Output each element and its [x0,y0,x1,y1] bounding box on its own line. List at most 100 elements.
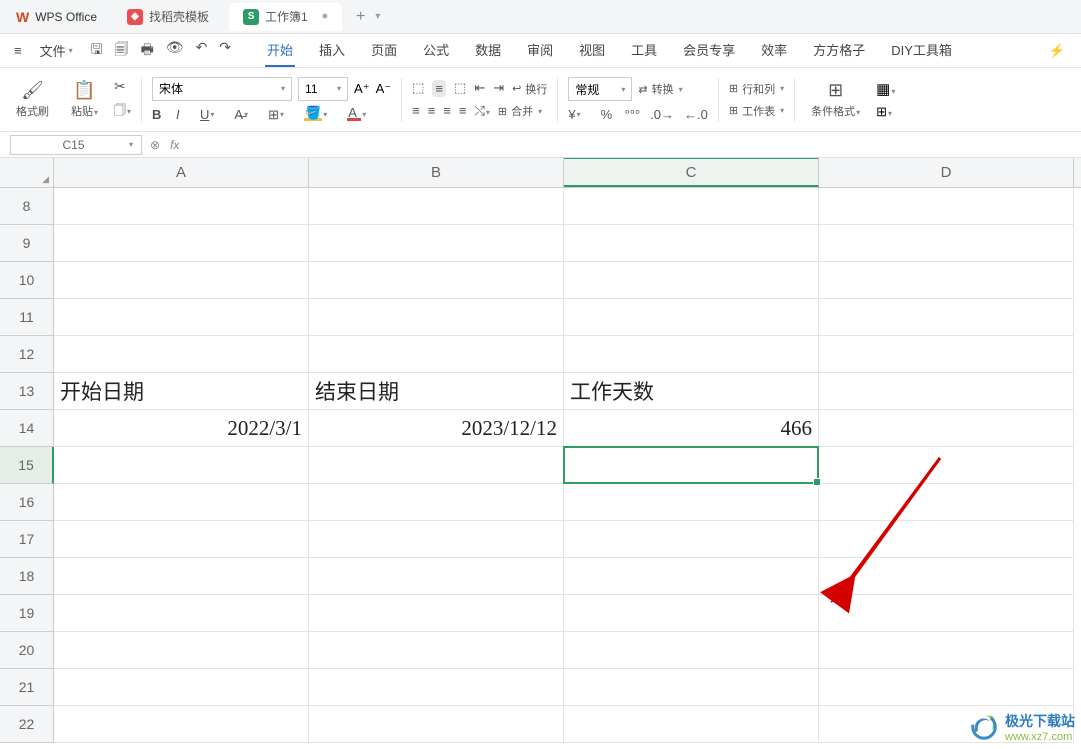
cell[interactable] [819,669,1074,706]
tab-modified-icon[interactable]: • [322,6,328,27]
cell[interactable] [819,262,1074,299]
cell[interactable] [54,632,309,669]
rowcol-button[interactable]: ⊞ 行和列▾ [729,81,784,97]
wrap-button[interactable]: ↩ 换行 [512,80,547,97]
cell[interactable] [309,706,564,743]
cell[interactable]: 开始日期 [54,373,309,410]
cell[interactable] [309,225,564,262]
cell[interactable]: 2023/12/12 [309,410,564,447]
currency-icon[interactable]: ¥▾ [568,107,590,122]
font-color-button[interactable]: A▾ [347,108,376,121]
align-center-icon[interactable]: ≡ [428,103,436,119]
preview-icon[interactable]: 👁 [166,39,184,63]
cell[interactable] [309,447,564,484]
tab-review[interactable]: 审阅 [525,34,555,67]
cell[interactable] [54,299,309,336]
cell[interactable] [54,595,309,632]
decrease-font-icon[interactable]: A⁻ [376,81,392,97]
tab-template[interactable]: ◆ 找稻壳模板 [113,3,223,31]
tab-ffgz[interactable]: 方方格子 [811,34,867,67]
cut-icon[interactable]: ✂ [114,78,131,95]
cell[interactable] [309,632,564,669]
cell[interactable] [54,706,309,743]
merge-button[interactable]: ⊞ 合并▾ [498,103,542,119]
align-top-icon[interactable]: ⬚ [412,80,424,97]
cell[interactable] [819,188,1074,225]
copy-icon[interactable]: 🗍▾ [114,101,131,122]
strike-button[interactable]: A̶▾ [234,107,258,122]
align-bottom-icon[interactable]: ⬚ [454,80,466,97]
fx-icon[interactable]: fx [170,138,179,152]
tab-view[interactable]: 视图 [577,34,607,67]
cell[interactable] [564,262,819,299]
row-header[interactable]: 17 [0,521,54,558]
underline-button[interactable]: U▾ [200,107,224,122]
tab-tools[interactable]: 工具 [629,34,659,67]
cell[interactable]: 466 [564,410,819,447]
tab-formula[interactable]: 公式 [421,34,451,67]
print-icon[interactable]: 🖶 [141,39,154,63]
cell[interactable] [819,484,1074,521]
hamburger-icon[interactable]: ≡ [6,37,30,64]
tab-data[interactable]: 数据 [473,34,503,67]
cell[interactable] [564,484,819,521]
cell[interactable] [54,669,309,706]
cell[interactable] [564,336,819,373]
cell[interactable] [564,299,819,336]
cond-format-button[interactable]: ⊞ 条件格式▾ [805,68,866,131]
filter-icon[interactable]: ⊞▾ [876,104,895,120]
row-header[interactable]: 8 [0,188,54,225]
cell[interactable] [819,336,1074,373]
cell[interactable] [564,632,819,669]
row-header[interactable]: 20 [0,632,54,669]
increase-font-icon[interactable]: A⁺ [354,81,370,97]
cell[interactable] [564,188,819,225]
cell[interactable] [309,669,564,706]
cell[interactable] [309,558,564,595]
row-header[interactable]: 16 [0,484,54,521]
cell[interactable] [54,558,309,595]
cell[interactable] [564,521,819,558]
comma-icon[interactable]: °°° [625,107,641,122]
row-header[interactable]: 12 [0,336,54,373]
cancel-fx-icon[interactable]: ⊗ [150,138,160,152]
save2-icon[interactable]: 🗐 [115,39,129,63]
col-header-A[interactable]: A [54,158,309,187]
cell[interactable] [819,225,1074,262]
cell[interactable] [564,706,819,743]
save-icon[interactable]: 🖫 [91,39,103,63]
row-header[interactable]: 9 [0,225,54,262]
row-header[interactable]: 10 [0,262,54,299]
cell[interactable] [54,484,309,521]
paste-button[interactable]: 📋 粘贴▾ [65,68,104,131]
tab-menu-icon[interactable]: ▾ [375,11,380,22]
cell[interactable]: 结束日期 [309,373,564,410]
row-header[interactable]: 21 [0,669,54,706]
align-left-icon[interactable]: ≡ [412,103,420,119]
cell[interactable] [54,521,309,558]
format-painter-button[interactable]: 🖌 格式刷 [10,68,55,131]
cell[interactable] [819,632,1074,669]
convert-button[interactable]: ⇄ 转换▾ [638,81,682,97]
worksheet-button[interactable]: ⊞ 工作表▾ [729,103,784,119]
fill-color-button[interactable]: 🪣▾ [304,108,337,121]
new-tab-button[interactable]: + [356,8,365,26]
cell[interactable] [819,595,1074,632]
font-name-select[interactable]: 宋体▾ [152,77,292,101]
cell[interactable] [309,595,564,632]
percent-icon[interactable]: % [601,107,615,122]
cell[interactable] [819,521,1074,558]
cell[interactable] [54,336,309,373]
cell[interactable] [564,595,819,632]
cell[interactable] [564,669,819,706]
orientation-icon[interactable]: ⤭▾ [475,103,490,119]
cell[interactable]: 工作天数 [564,373,819,410]
col-header-C[interactable]: C [564,158,819,187]
styles-icon[interactable]: ▦▾ [876,80,895,98]
align-middle-icon[interactable]: ≡ [432,80,446,97]
row-header[interactable]: 22 [0,706,54,743]
indent-dec-icon[interactable]: ⇤ [474,80,485,97]
cell[interactable] [309,299,564,336]
italic-button[interactable]: I [176,107,190,122]
align-justify-icon[interactable]: ≡ [459,103,467,119]
